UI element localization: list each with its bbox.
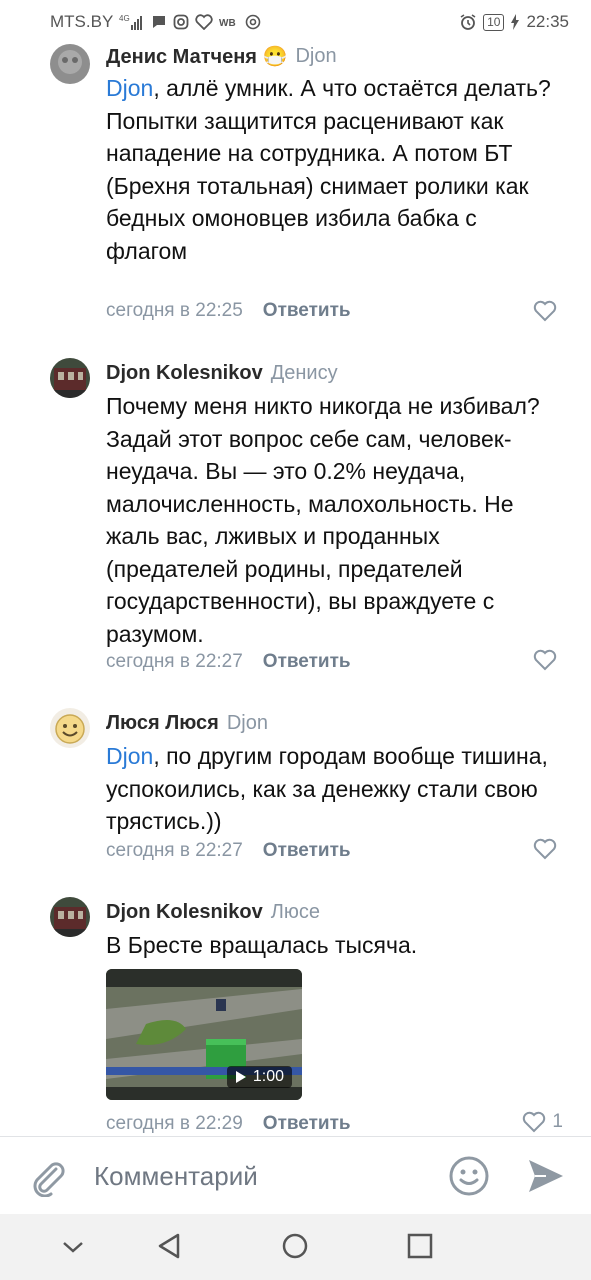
emoji-icon[interactable] <box>448 1155 490 1202</box>
mention-link[interactable]: Djon <box>106 743 153 769</box>
comment-time: сегодня в 22:25 <box>106 300 243 321</box>
reply-button[interactable]: Ответить <box>263 651 351 673</box>
comment-text: Djon, по другим городам вообще тишина, у… <box>106 740 556 838</box>
like-count: 1 <box>552 1111 563 1132</box>
alarm-icon <box>459 13 477 31</box>
wb-icon: WB <box>219 15 239 29</box>
author-emoji: 😷 <box>262 46 288 68</box>
author-name[interactable]: Djon Kolesnikov <box>106 362 263 385</box>
like-button[interactable]: 1 <box>522 1111 563 1133</box>
comment-time: сегодня в 22:29 <box>106 1113 243 1134</box>
like-button[interactable] <box>533 300 563 322</box>
avatar[interactable] <box>50 358 90 398</box>
comment-header: Djon Kolesnikov Люсе <box>106 901 320 924</box>
reply-to[interactable]: Денису <box>271 362 338 385</box>
svg-text:WB: WB <box>219 18 236 29</box>
comment-text: Почему меня никто никогда не избивал? За… <box>106 390 556 650</box>
reply-to[interactable]: Djon <box>227 712 268 735</box>
svg-text:4G: 4G <box>119 14 130 23</box>
at-icon <box>245 14 261 30</box>
avatar[interactable] <box>50 708 90 748</box>
like-button[interactable] <box>533 838 563 860</box>
heart-icon <box>533 649 557 671</box>
video-duration: 1:00 <box>252 1068 284 1085</box>
like-button[interactable] <box>533 649 563 671</box>
send-icon[interactable] <box>526 1157 566 1200</box>
comment-time: сегодня в 22:27 <box>106 840 243 861</box>
video-attachment[interactable]: 1:00 <box>106 969 302 1100</box>
health-icon <box>195 14 213 30</box>
comment-meta: сегодня в 22:27 Ответить <box>106 651 351 673</box>
comment-input[interactable]: Комментарий <box>94 1161 258 1192</box>
status-bar-right: 10 22:35 <box>459 12 569 32</box>
comment-meta: сегодня в 22:27 Ответить <box>106 840 351 862</box>
carrier-label: MTS.BY <box>50 12 114 31</box>
clock: 22:35 <box>526 12 569 31</box>
comment-time: сегодня в 22:27 <box>106 651 243 672</box>
heart-icon <box>533 838 557 860</box>
comment-header: Люся Люся Djon <box>106 712 268 735</box>
reply-button[interactable]: Ответить <box>263 1113 351 1135</box>
avatar[interactable] <box>50 44 90 84</box>
reply-button[interactable]: Ответить <box>263 300 351 322</box>
comment-header: Денис Матченя 😷 Djon <box>106 44 337 69</box>
comment-body: Почему меня никто никогда не избивал? За… <box>106 393 540 647</box>
comment-input-bar: Комментарий <box>0 1136 591 1214</box>
charging-icon <box>510 14 520 30</box>
recents-icon[interactable] <box>407 1233 433 1264</box>
signal-icon: 4G <box>119 13 145 31</box>
heart-icon <box>533 300 557 322</box>
comment-text: Djon, аллё умник. А что остаётся делать?… <box>106 72 556 267</box>
status-bar: MTS.BY 4G WB 10 22:35 <box>0 0 591 44</box>
comments-feed[interactable]: Денис Матченя 😷 Djon Djon, аллё умник. А… <box>0 44 591 1136</box>
status-bar-left: MTS.BY 4G WB <box>50 12 261 32</box>
reply-to[interactable]: Djon <box>295 45 336 68</box>
reply-button[interactable]: Ответить <box>263 840 351 862</box>
comment-text: В Бресте вращалась тысяча. <box>106 929 556 962</box>
comment-meta: сегодня в 22:25 Ответить <box>106 300 351 322</box>
author-name-text: Денис Матченя <box>106 46 257 68</box>
back-icon[interactable] <box>156 1232 182 1265</box>
comment-body: В Бресте вращалась тысяча. <box>106 932 418 958</box>
author-name[interactable]: Люся Люся <box>106 712 219 735</box>
system-nav-bar <box>0 1214 591 1280</box>
comment-meta: сегодня в 22:29 Ответить <box>106 1113 351 1135</box>
reply-to[interactable]: Люсе <box>271 901 320 924</box>
mention-link[interactable]: Djon <box>106 75 153 101</box>
battery-level: 10 <box>483 13 505 31</box>
home-icon[interactable] <box>281 1232 309 1265</box>
play-icon <box>235 1071 246 1083</box>
comment-header: Djon Kolesnikov Денису <box>106 362 338 385</box>
author-name[interactable]: Денис Матченя 😷 <box>106 44 287 69</box>
avatar[interactable] <box>50 897 90 937</box>
instagram-icon <box>173 14 189 30</box>
message-icon <box>151 14 167 30</box>
video-duration-badge[interactable]: 1:00 <box>226 1066 292 1088</box>
comment-body: , аллё умник. А что остаётся делать? Поп… <box>106 75 551 264</box>
attach-icon[interactable] <box>28 1157 66 1202</box>
author-name[interactable]: Djon Kolesnikov <box>106 901 263 924</box>
heart-icon <box>523 1111 546 1133</box>
comment-body: , по другим городам вообще тишина, успок… <box>106 743 548 834</box>
chevron-down-icon[interactable] <box>60 1236 86 1263</box>
